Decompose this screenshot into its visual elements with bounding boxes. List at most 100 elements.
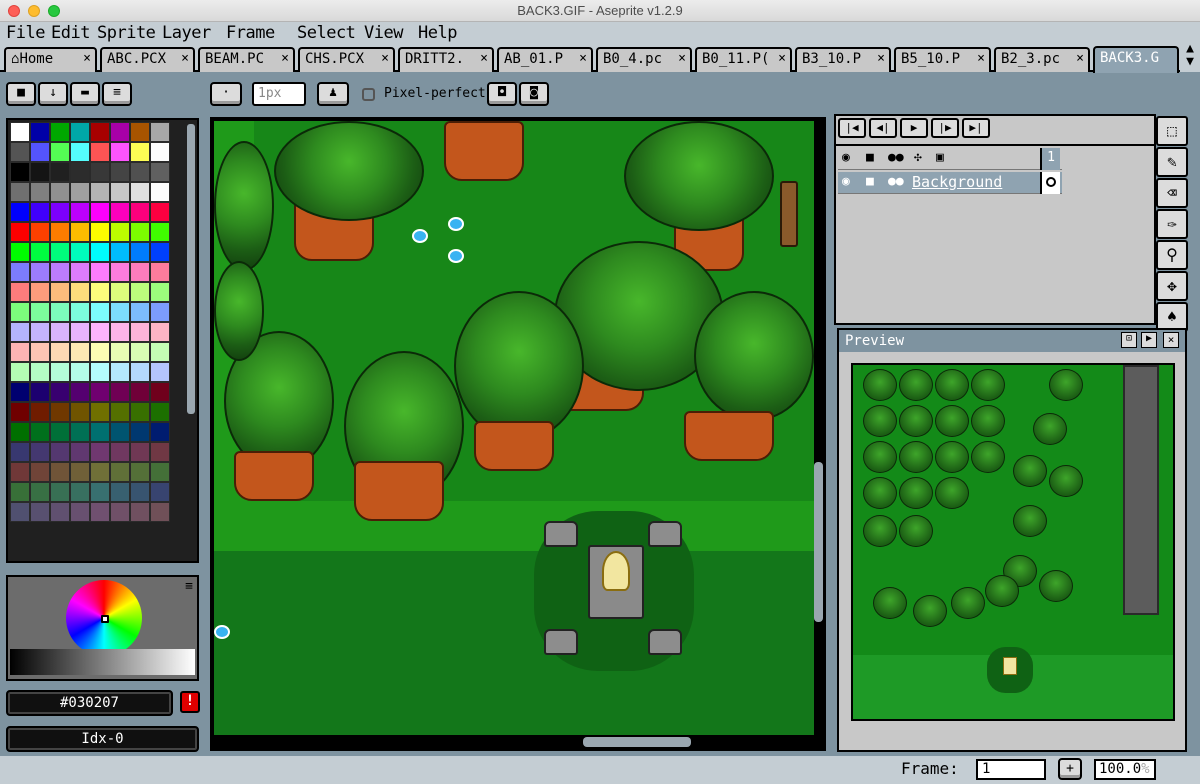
palette-swatch[interactable] <box>110 342 130 362</box>
palette-swatch[interactable] <box>150 422 170 442</box>
palette-swatch[interactable] <box>90 342 110 362</box>
palette-swatch[interactable] <box>50 462 70 482</box>
eyedropper-tool[interactable]: ✑ <box>1156 209 1188 239</box>
eraser-tool[interactable]: ⌫ <box>1156 178 1188 208</box>
menu-edit[interactable]: Edit <box>51 23 90 43</box>
palette-swatch[interactable] <box>70 122 90 142</box>
palette-swatch[interactable] <box>30 262 50 282</box>
close-icon[interactable]: × <box>1076 51 1084 66</box>
marquee-tool[interactable]: ⬚ <box>1156 116 1188 146</box>
frame-header[interactable]: 1 <box>1040 148 1060 170</box>
palette-swatch[interactable] <box>70 322 90 342</box>
palette-swatch[interactable] <box>90 502 110 522</box>
color-index-field[interactable]: Idx-0 <box>6 726 199 752</box>
palette-swatch[interactable] <box>110 202 130 222</box>
palette-swatch[interactable] <box>50 502 70 522</box>
palette-swatch[interactable] <box>30 502 50 522</box>
palette-swatch[interactable] <box>30 322 50 342</box>
palette-swatch[interactable] <box>150 222 170 242</box>
ink-type-button[interactable]: ♟ <box>317 82 349 106</box>
palette-swatch[interactable] <box>130 322 150 342</box>
visibility-icon[interactable]: ◉ <box>842 150 850 165</box>
preview-image[interactable] <box>851 363 1175 721</box>
palette-swatch[interactable] <box>10 482 30 502</box>
palette-swatch[interactable] <box>90 122 110 142</box>
continuous-icon[interactable]: ●● <box>888 150 904 165</box>
palette-swatch[interactable] <box>150 162 170 182</box>
menu-sprite[interactable]: Sprite <box>97 23 156 43</box>
palette-swatch[interactable] <box>150 302 170 322</box>
palette-swatch[interactable] <box>110 242 130 262</box>
tab-document[interactable]: B2_3.pc × <box>994 47 1090 72</box>
palette-swatch[interactable] <box>110 302 130 322</box>
palette-swatch[interactable] <box>130 362 150 382</box>
palette-swatch[interactable] <box>110 482 130 502</box>
palette-swatch[interactable] <box>130 282 150 302</box>
palette-swatch[interactable] <box>150 202 170 222</box>
palette-swatch[interactable] <box>70 182 90 202</box>
palette-swatch[interactable] <box>90 242 110 262</box>
palette-swatch[interactable] <box>90 262 110 282</box>
palette-swatch[interactable] <box>10 282 30 302</box>
move-tool[interactable]: ✥ <box>1156 271 1188 301</box>
palette-swatch[interactable] <box>130 402 150 422</box>
tab-home[interactable]: ⌂Home × <box>4 47 97 72</box>
menu-select[interactable]: Select <box>297 23 356 43</box>
menu-help[interactable]: Help <box>418 23 457 43</box>
palette-swatch[interactable] <box>70 402 90 422</box>
palette-swatch[interactable] <box>110 402 130 422</box>
close-icon[interactable]: × <box>778 51 786 66</box>
close-icon[interactable]: × <box>480 51 488 66</box>
palette-swatch[interactable] <box>30 382 50 402</box>
menu-view[interactable]: View <box>364 23 403 43</box>
palette-swatch[interactable] <box>30 162 50 182</box>
palette-swatch[interactable] <box>90 442 110 462</box>
tab-document[interactable]: AB_01.P × <box>497 47 593 72</box>
palette-swatch[interactable] <box>150 122 170 142</box>
palette-swatch[interactable] <box>50 302 70 322</box>
palette-swatch[interactable] <box>110 162 130 182</box>
palette-swatch[interactable] <box>30 482 50 502</box>
pixel-perfect-checkbox[interactable] <box>362 88 375 101</box>
palette-swatch[interactable] <box>50 362 70 382</box>
palette-swatch[interactable] <box>90 382 110 402</box>
palette-swatch[interactable] <box>130 182 150 202</box>
palette-swatch[interactable] <box>50 142 70 162</box>
palette-swatch[interactable] <box>70 422 90 442</box>
last-frame-button[interactable]: ▶| <box>962 118 990 138</box>
color-wheel[interactable] <box>66 580 142 656</box>
palette-swatch[interactable] <box>70 382 90 402</box>
palette-swatch[interactable] <box>130 502 150 522</box>
palette-swatch[interactable] <box>70 262 90 282</box>
palette-swatch[interactable] <box>150 442 170 462</box>
presets-button[interactable]: ▬ <box>70 82 100 106</box>
close-icon[interactable]: × <box>181 51 189 66</box>
palette-swatch[interactable] <box>30 182 50 202</box>
palette-swatch[interactable] <box>90 422 110 442</box>
canvas-vertical-scrollbar[interactable] <box>814 462 823 622</box>
palette-swatch[interactable] <box>130 202 150 222</box>
previous-frame-button[interactable]: ◀| <box>869 118 897 138</box>
canvas-horizontal-scrollbar[interactable] <box>583 737 691 747</box>
palette-swatch[interactable] <box>130 242 150 262</box>
palette-swatch[interactable] <box>150 342 170 362</box>
tab-document[interactable]: BEAM.PC × <box>198 47 295 72</box>
palette-swatch[interactable] <box>70 202 90 222</box>
zoom-tool[interactable]: ⚲ <box>1156 240 1188 270</box>
tab-scroll-arrows[interactable]: ▲ ▼ <box>1180 42 1200 72</box>
palette-swatch[interactable] <box>150 362 170 382</box>
palette-swatch[interactable] <box>30 342 50 362</box>
palette-swatch[interactable] <box>70 222 90 242</box>
palette-swatch[interactable] <box>130 262 150 282</box>
sprite-editor[interactable] <box>210 117 826 751</box>
palette-swatch[interactable] <box>30 422 50 442</box>
lock-icon[interactable]: ■ <box>866 174 874 189</box>
palette-swatch[interactable] <box>110 462 130 482</box>
palette-swatch[interactable] <box>50 342 70 362</box>
palette-swatch[interactable] <box>90 462 110 482</box>
brush-size-field[interactable]: 1px <box>252 82 306 106</box>
palette-swatch[interactable] <box>70 462 90 482</box>
palette-swatch[interactable] <box>10 222 30 242</box>
palette-swatch[interactable] <box>50 282 70 302</box>
palette-swatch[interactable] <box>70 342 90 362</box>
